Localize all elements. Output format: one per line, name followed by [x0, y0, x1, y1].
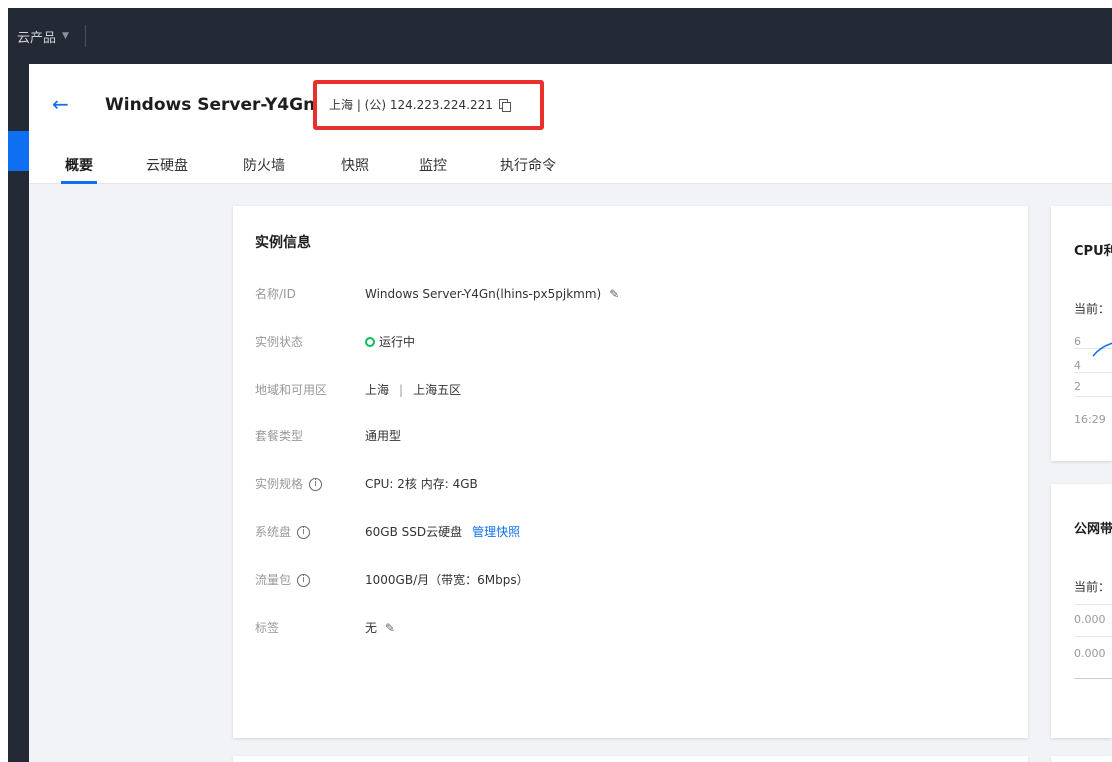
instance-name-id: Windows Server-Y4Gn(lhins-px5pjkmm) [365, 287, 602, 301]
topbar-divider [84, 25, 86, 47]
info-icon[interactable]: i [297, 525, 311, 539]
row-value: 通用型 [365, 429, 402, 443]
row-label-text: 系统盘 [255, 525, 292, 539]
next-side-card-top [1051, 756, 1112, 762]
page-header: ← Windows Server-Y4Gn 上海 | (公) 124.223.2… [29, 64, 1112, 184]
instance-ip-info: 上海 | (公) 124.223.224.221 [329, 97, 511, 113]
chart-gridline [1074, 636, 1112, 637]
top-nav-bar: 云产品 ▼ [8, 8, 1112, 64]
cloud-products-label: 云产品 [17, 30, 57, 46]
row-value: Windows Server-Y4Gn(lhins-px5pjkmm) ✎ [365, 286, 619, 302]
row-label: 地域和可用区 [255, 383, 328, 397]
main-content: ← Windows Server-Y4Gn 上海 | (公) 124.223.2… [29, 64, 1112, 762]
cpu-card-title: CPU利 [1074, 244, 1112, 259]
edit-pencil-icon[interactable]: ✎ [609, 286, 619, 302]
edit-pencil-icon[interactable]: ✎ [385, 620, 395, 636]
card-title: 实例信息 [255, 235, 311, 251]
caret-down-icon: ▼ [62, 31, 69, 41]
info-icon[interactable]: i [297, 573, 311, 587]
next-card-top [233, 756, 1028, 762]
region-text: 上海 [365, 383, 390, 397]
tab-run-command[interactable]: 执行命令 [500, 156, 556, 176]
info-icon[interactable]: i [309, 477, 323, 491]
back-arrow-icon[interactable]: ← [52, 94, 69, 114]
zone-text: 上海五区 [413, 383, 462, 397]
row-label: 名称/ID [255, 287, 296, 301]
tab-snapshot[interactable]: 快照 [341, 156, 369, 176]
cpu-line-series [1092, 342, 1112, 357]
row-traffic-package: 流量包 i 1000GB/月（带宽：6Mbps） [255, 572, 529, 588]
row-value: 无 ✎ [365, 620, 395, 636]
chart-axis-line [1074, 678, 1112, 679]
row-status: 实例状态 运行中 [255, 334, 415, 350]
cloud-products-menu[interactable]: 云产品 ▼ [8, 27, 69, 46]
manage-snapshot-link[interactable]: 管理快照 [472, 524, 520, 540]
y-tick-label: 0.000 [1074, 613, 1106, 626]
net-card-title: 公网带 [1074, 522, 1112, 537]
row-value: 60GB SSD云硬盘 管理快照 [365, 524, 520, 540]
cpu-current-label: 当前： [1074, 302, 1111, 316]
tab-bar: 概要 云硬盘 防火墙 快照 监控 执行命令 [29, 152, 1112, 184]
y-tick-label: 4 [1074, 359, 1081, 372]
public-bandwidth-card: 公网带 当前： 0.000 0.000 [1051, 484, 1112, 738]
status-running-icon [365, 337, 375, 347]
chart-gridline [1074, 396, 1112, 397]
row-tags: 标签 无 ✎ [255, 620, 395, 636]
row-label: 流量包 i [255, 572, 365, 588]
instance-title: Windows Server-Y4Gn [105, 95, 316, 115]
row-plan-type: 套餐类型 通用型 [255, 428, 401, 444]
cpu-usage-card: CPU利 当前： 6 4 2 16:29 [1051, 206, 1112, 461]
row-region: 地域和可用区 上海 | 上海五区 [255, 382, 461, 398]
row-label: 套餐类型 [255, 429, 304, 443]
separator: | [399, 383, 404, 397]
row-value: 1000GB/月（带宽：6Mbps） [365, 573, 529, 587]
system-disk-text: 60GB SSD云硬盘 [365, 525, 463, 539]
y-tick-label: 2 [1074, 380, 1081, 393]
y-tick-label: 0.000 [1074, 647, 1106, 660]
ip-address-text: 上海 | (公) 124.223.224.221 [329, 98, 493, 112]
copy-icon[interactable] [498, 99, 511, 112]
tags-text: 无 [365, 621, 378, 635]
tab-cloud-disk[interactable]: 云硬盘 [146, 156, 188, 176]
row-value: CPU: 2核 内存: 4GB [365, 477, 478, 491]
row-spec: 实例规格 i CPU: 2核 内存: 4GB [255, 476, 478, 492]
tab-overview[interactable]: 概要 [61, 156, 97, 184]
status-text: 运行中 [379, 335, 416, 349]
tab-monitoring[interactable]: 监控 [419, 156, 447, 176]
row-label: 实例状态 [255, 335, 304, 349]
sidebar-active-item[interactable] [8, 131, 29, 171]
row-value: 运行中 [365, 334, 415, 350]
row-label: 标签 [255, 621, 280, 635]
row-label-text: 实例规格 [255, 477, 304, 491]
y-tick-label: 6 [1074, 335, 1081, 348]
net-current-label: 当前： [1074, 580, 1111, 594]
left-sidebar [8, 64, 29, 762]
chart-gridline [1074, 372, 1112, 373]
row-label: 实例规格 i [255, 476, 365, 492]
row-label: 系统盘 i [255, 524, 365, 540]
chart-gridline [1074, 604, 1112, 605]
instance-info-card: 实例信息 名称/ID Windows Server-Y4Gn(lhins-px5… [233, 206, 1028, 738]
x-tick-label: 16:29 [1074, 413, 1106, 426]
row-value: 上海 | 上海五区 [365, 382, 461, 398]
row-system-disk: 系统盘 i 60GB SSD云硬盘 管理快照 [255, 524, 520, 540]
row-label-text: 流量包 [255, 573, 292, 587]
row-name-id: 名称/ID Windows Server-Y4Gn(lhins-px5pjkmm… [255, 286, 619, 302]
tab-firewall[interactable]: 防火墙 [243, 156, 285, 176]
